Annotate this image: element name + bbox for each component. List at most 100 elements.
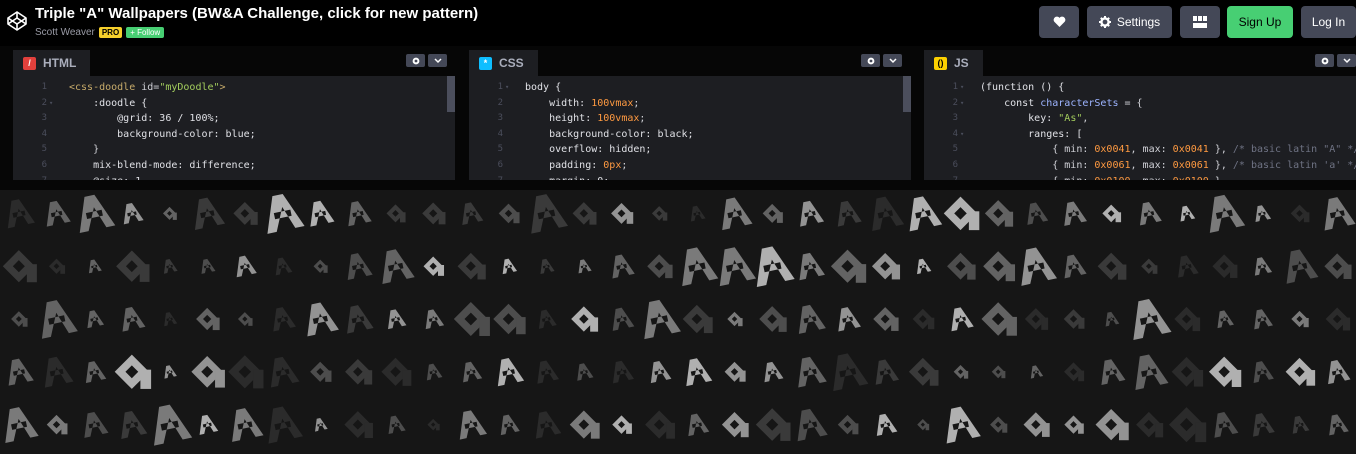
html-editor[interactable]: / HTML 1 <css-doodle id="myDoodle"> 2 ▾ :do… [13,46,455,180]
css-tab[interactable]: * CSS [469,50,538,76]
glyph-capital-a [1101,359,1126,386]
glyph-capital-a [1252,413,1275,437]
glyph-capital-a [307,302,339,337]
change-view-button[interactable] [1180,6,1220,38]
js-tab[interactable]: () JS [924,50,983,76]
result-preview[interactable] [0,190,1356,454]
js-settings-button[interactable] [1315,54,1334,67]
code-token: @grid: 36 / 100%; [69,113,220,125]
glyph-capital-a [1286,249,1319,284]
glyph-small-a [1290,204,1310,223]
code-token: 0x0041 [1172,144,1209,156]
code-text: { min: 0x0041, max: 0x0041 }, /* basic l… [980,142,1356,157]
fold-marker-icon[interactable]: ▾ [505,80,509,95]
glyph-small-a [1174,306,1201,332]
glyph-capital-a [799,252,825,281]
doodle-pattern[interactable] [0,190,1356,454]
settings-button[interactable]: Settings [1087,6,1172,38]
glyph-small-a [1212,254,1238,278]
css-code-area[interactable]: 1 ▾ body {2 width: 100vmax; 3 height: 100vm… [469,80,911,180]
html-code-area[interactable]: 1 <css-doodle id="myDoodle"> 2 ▾ :doodle {3… [13,80,455,180]
glyph-small-a [830,249,867,283]
code-text: <css-doodle id="myDoodle"> [69,80,226,95]
glyph-small-a [1171,357,1204,387]
glyph-capital-a [1255,205,1272,223]
glyph-capital-a [154,404,193,446]
glyph-small-a [1285,357,1316,386]
css-settings-button[interactable] [861,54,880,67]
resize-handle[interactable] [0,180,1356,190]
css-scrollbar[interactable] [903,76,911,112]
js-code-area[interactable]: 1 ▾ (function () {2 ▾ const characterSets =… [924,80,1356,180]
js-collapse-button[interactable] [1337,54,1356,67]
code-text: const characterSets = { [980,96,1143,111]
fold-marker-icon[interactable]: ▾ [960,80,964,95]
author-name[interactable]: Scott Weaver [35,27,95,38]
html-settings-button[interactable] [406,54,425,67]
glyph-capital-a [688,413,710,437]
glyph-small-a [1063,309,1085,329]
html-collapse-button[interactable] [428,54,447,67]
code-token: width: [525,97,592,109]
glyph-small-a [422,202,446,225]
html-scrollbar[interactable] [447,76,455,112]
codepen-logo-icon[interactable] [6,10,28,32]
code-token: }, [1208,160,1233,171]
code-text: :doodle { [69,96,147,111]
css-editor[interactable]: * CSS 1 ▾ body {2 width: 100vmax; 3 height:… [469,46,911,180]
glyph-capital-a [425,309,445,330]
glyph-small-a [114,354,152,389]
line-number: 4 [952,128,958,139]
heart-button[interactable] [1039,6,1079,38]
settings-label: Settings [1116,15,1161,29]
code-text: ranges: [ [980,127,1082,142]
code-token: <css-doodle [69,82,136,93]
glyph-capital-a [797,408,828,442]
code-token: = { [1118,97,1143,109]
glyph-capital-a [348,201,372,227]
code-text: { min: 0x0061, max: 0x0061 }, /* basic l… [980,158,1356,173]
line-number: 5 [952,144,958,155]
glyph-capital-a [41,300,78,339]
fold-marker-icon[interactable]: ▾ [960,127,964,142]
glyph-capital-a [875,359,900,385]
sign-up-button[interactable]: Sign Up [1227,6,1293,38]
code-text: background-color: blue; [69,127,255,142]
glyph-capital-a [388,415,406,435]
glyph-capital-a [682,247,719,287]
glyph-small-a [191,356,225,388]
glyph-capital-a [123,203,144,225]
follow-button[interactable]: + Follow [126,26,165,38]
code-text: mix-blend-mode: difference; [69,158,256,173]
js-editor[interactable]: () JS 1 ▾ (function () {2 ▾ const character… [924,46,1356,180]
gear-icon [1321,57,1328,64]
line-number: 2 [497,97,503,108]
glyph-small-a [453,302,490,336]
glyph-small-a [2,250,37,283]
glyph-capital-a [1133,299,1172,341]
css-collapse-button[interactable] [883,54,902,67]
line-number: 2 [952,97,958,108]
glyph-capital-a [502,258,518,275]
code-token: , max: [1130,160,1173,171]
fold-marker-icon[interactable]: ▾ [960,96,964,111]
glyph-small-a [196,307,220,331]
glyph-capital-a [463,361,483,383]
js-editor-tabbar: () JS [924,46,1356,76]
glyph-capital-a [232,408,264,442]
fold-marker-icon[interactable]: ▾ [49,96,53,111]
line-number: 4 [497,128,503,139]
glyph-capital-a [459,410,488,440]
html-tab[interactable]: / HTML [13,50,91,76]
log-in-button[interactable]: Log In [1301,6,1356,38]
glyph-capital-a [540,258,555,274]
glyph-capital-a [44,356,74,388]
line-number: 3 [41,113,47,124]
chevron-down-icon [888,57,897,63]
glyph-capital-a [8,358,34,386]
glyph-capital-a [310,200,335,227]
code-text: height: 100vmax; [525,111,645,126]
glyph-capital-a [273,307,296,332]
code-token: mix-blend-mode: difference; [69,160,256,171]
glyph-small-a [612,415,632,434]
